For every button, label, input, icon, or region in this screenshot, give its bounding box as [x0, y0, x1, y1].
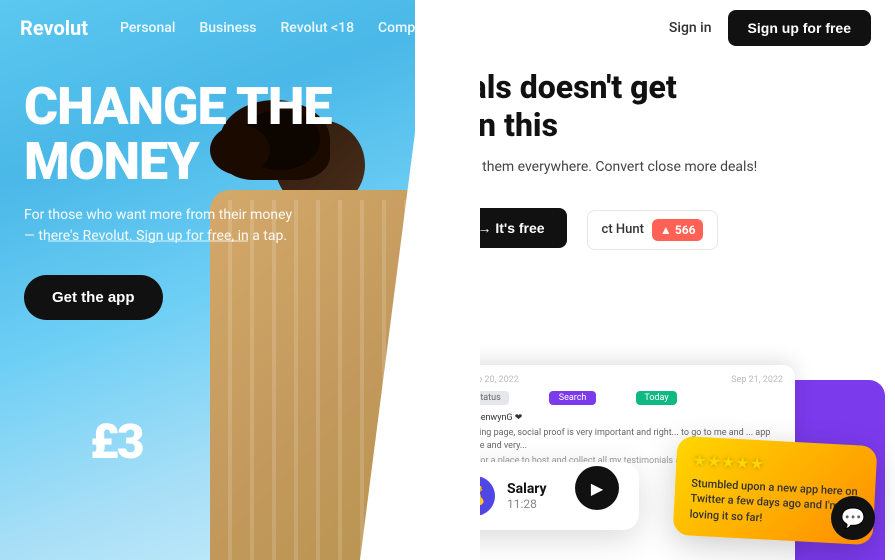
play-button[interactable]: ▶ [575, 466, 619, 510]
hero-title: CHANGE THE MONEY [24, 80, 331, 189]
right-hero-subtitle: Share them everywhere. Convert close mor… [443, 157, 875, 178]
nav-company[interactable]: Comp... [378, 20, 427, 36]
brand-logo: Revolut [20, 16, 88, 40]
product-hunt-badge: ct Hunt ▲ 566 [587, 210, 719, 250]
ph-arrow: ▲ [660, 223, 672, 237]
nav-bar: Revolut Personal Business Revolut <18 Co… [0, 0, 480, 56]
star-rating: ★★★★★ [692, 450, 861, 478]
search-mock: Search [549, 391, 597, 405]
nav-business[interactable]: Business [199, 20, 256, 36]
nav-personal[interactable]: Personal [120, 20, 175, 36]
date-row: Sep 20, 2022 Sep 21, 2022 [467, 375, 783, 385]
sign-in-link[interactable]: Sign in [669, 20, 712, 36]
hero-subtitle: For those who want more from their money… [24, 205, 304, 247]
right-panel: Sign in Sign up for free nials doesn't g… [415, 0, 895, 560]
salary-info: Salary 11:28 [507, 481, 547, 511]
play-icon: ▶ [591, 479, 603, 498]
left-hero-panel: Revolut Personal Business Revolut <18 Co… [0, 0, 480, 560]
amount-display: £3 [90, 413, 143, 470]
hero-content: CHANGE THE MONEY For those who want more… [24, 80, 331, 320]
nav-links: Personal Business Revolut <18 Comp... [120, 20, 427, 36]
twitter-handle: @BenwynG ❤ [467, 413, 783, 423]
salary-label: Salary [507, 481, 547, 497]
salary-time: 11:28 [507, 497, 547, 511]
nav-revolut18[interactable]: Revolut <18 [281, 20, 355, 36]
ph-votes: ▲ 566 [652, 219, 704, 241]
get-app-button[interactable]: Get the app [24, 275, 163, 320]
chat-support-button[interactable]: 💬 [831, 496, 875, 540]
testimonials-area: Sep 20, 2022 Sep 21, 2022 Status Search … [415, 340, 895, 560]
chat-support-icon: 💬 [841, 506, 866, 530]
right-hero-content: nials doesn't get han this Share them ev… [443, 68, 875, 273]
ph-sub: Ma [443, 254, 875, 273]
status-row: Status Search Today [467, 391, 783, 405]
signup-button[interactable]: Sign up for free [728, 10, 871, 46]
right-hero-title: nials doesn't get han this [443, 68, 875, 145]
ph-votes-count: 566 [675, 223, 696, 237]
ph-label: ct Hunt [602, 222, 644, 237]
top-bar: Sign in Sign up for free [415, 0, 895, 56]
